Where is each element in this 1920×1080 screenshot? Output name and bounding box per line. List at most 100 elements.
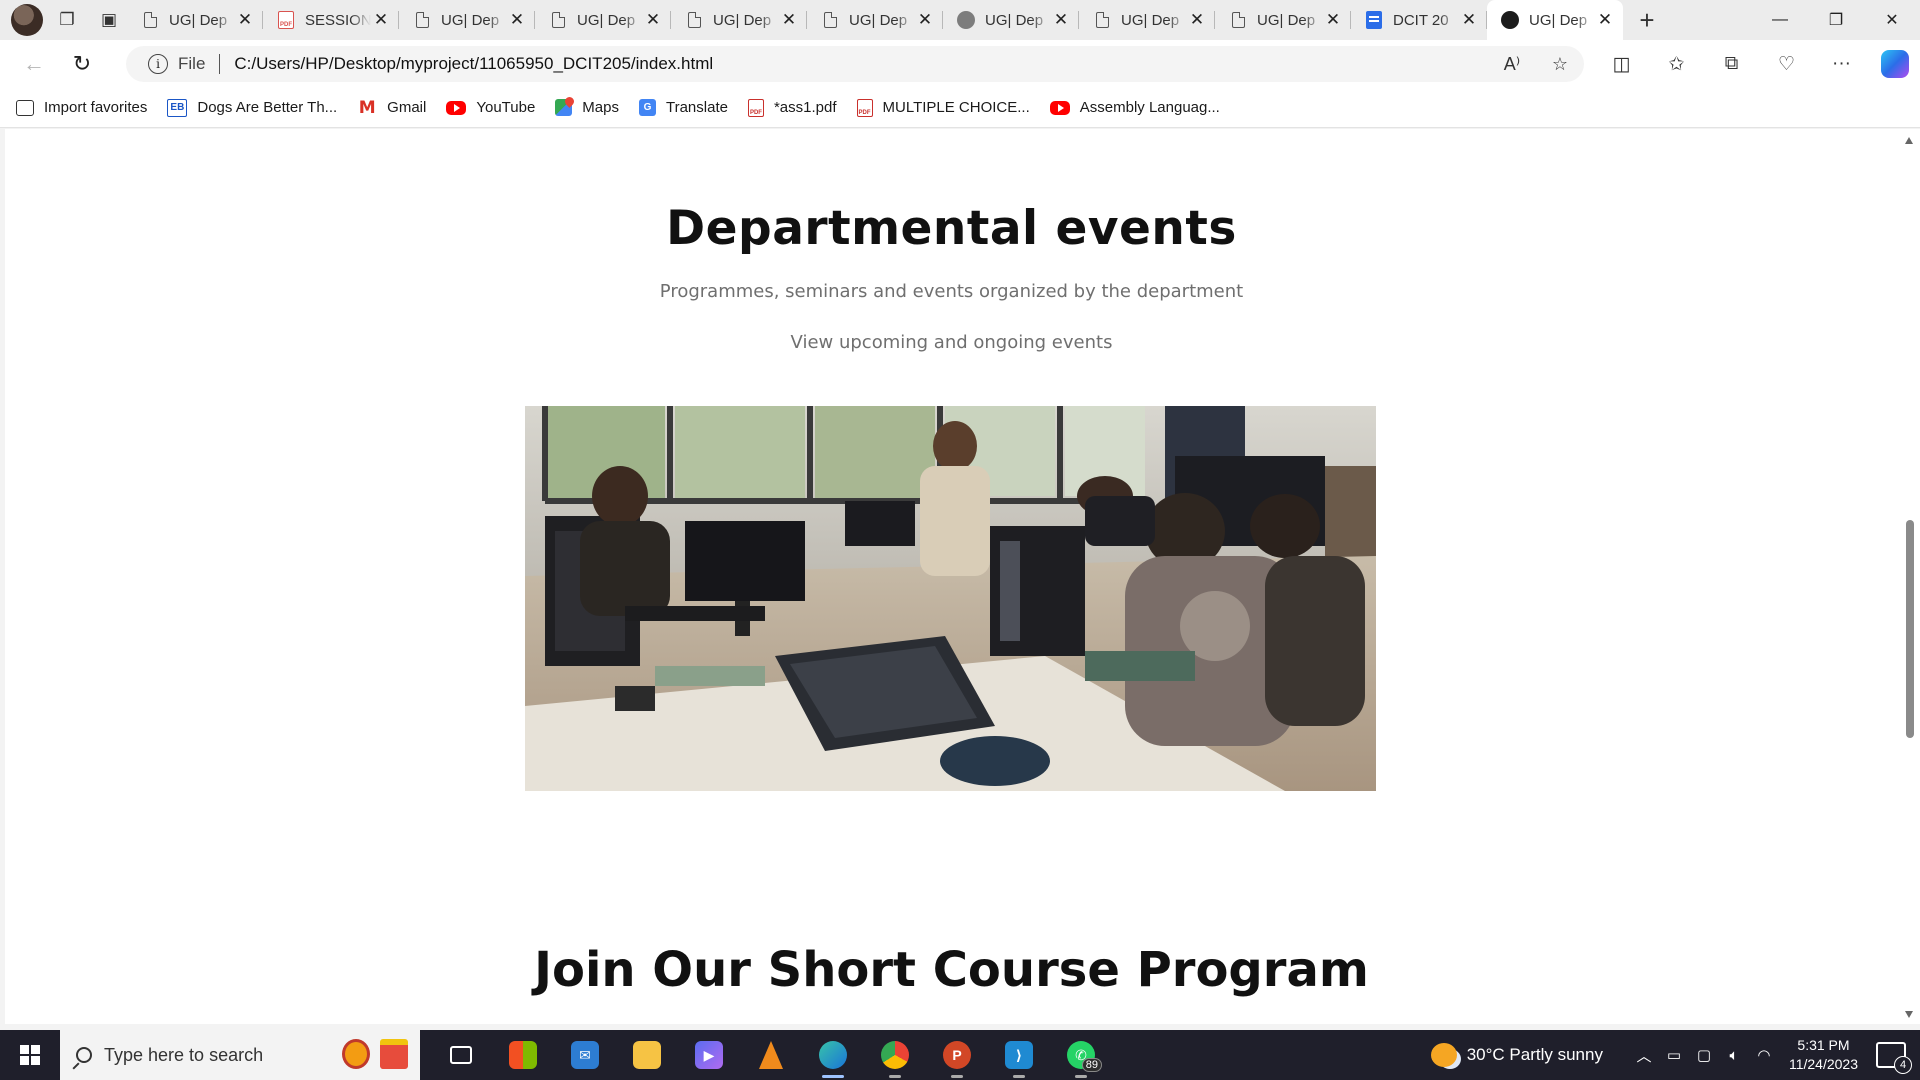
favorite-youtube[interactable]: YouTube xyxy=(446,99,535,116)
events-view-link[interactable]: View upcoming and ongoing events xyxy=(5,332,1898,353)
favorite-gmail[interactable]: M Gmail xyxy=(357,97,427,118)
more-options-icon[interactable]: ··· xyxy=(1814,46,1869,82)
taskbar-clock[interactable]: 5:31 PM 11/24/2023 xyxy=(1789,1036,1858,1074)
battery-icon[interactable]: ▭ xyxy=(1659,1046,1689,1064)
refresh-icon[interactable]: ↻ xyxy=(62,46,102,82)
volume-icon[interactable]: 🔈︎ xyxy=(1719,1047,1749,1064)
mail-button[interactable]: ✉ xyxy=(554,1030,616,1080)
windows-taskbar: Type here to search ✉ ▶ P ⟩ ✆ 89 30°C Pa… xyxy=(0,1030,1920,1080)
page-icon xyxy=(821,11,839,29)
favorite-label: Translate xyxy=(665,99,728,116)
tab-title: DCIT 20 xyxy=(1393,11,1449,29)
favorite-dogs[interactable]: EB Dogs Are Better Th... xyxy=(167,98,337,117)
browser-tab[interactable]: DCIT 20 ✕ xyxy=(1351,0,1487,40)
read-aloud-icon[interactable]: A⁾ xyxy=(1488,54,1536,75)
browser-essentials-icon[interactable]: ♡ xyxy=(1759,46,1814,82)
meet-now-icon[interactable]: ▢ xyxy=(1689,1046,1719,1064)
close-tab-icon[interactable]: ✕ xyxy=(1051,10,1071,30)
edge-button[interactable] xyxy=(802,1030,864,1080)
clipchamp-button[interactable]: ▶ xyxy=(678,1030,740,1080)
favorite-multiple-choice[interactable]: PDF MULTIPLE CHOICE... xyxy=(856,98,1030,117)
scroll-down-icon[interactable] xyxy=(1905,1011,1913,1018)
scheme-label: File xyxy=(178,54,206,73)
favorites-icon[interactable]: ✩ xyxy=(1649,46,1704,82)
powerpoint-button[interactable]: P xyxy=(926,1030,988,1080)
vlc-button[interactable] xyxy=(740,1030,802,1080)
task-view-button[interactable] xyxy=(430,1030,492,1080)
page-scrollbar[interactable] xyxy=(1898,129,1920,1024)
back-arrow-icon[interactable]: ← xyxy=(14,46,54,82)
pdf-icon: PDF xyxy=(747,98,764,117)
tab-title: UG| Dep xyxy=(1121,11,1180,29)
clock-time: 5:31 PM xyxy=(1797,1037,1850,1053)
workspaces-icon[interactable]: ❐ xyxy=(49,4,85,36)
browser-tab[interactable]: UG| Dep ✕ xyxy=(943,0,1079,40)
favorite-assembly[interactable]: Assembly Languag... xyxy=(1049,99,1220,116)
favorite-maps[interactable]: Maps xyxy=(555,99,619,116)
eb-icon: EB xyxy=(167,98,188,117)
browser-tab[interactable]: UG| Dep ✕ xyxy=(807,0,943,40)
browser-tab[interactable]: UG| Dep ✕ xyxy=(1079,0,1215,40)
tab-title: UG| Dep xyxy=(849,11,908,29)
vertical-tabs-icon[interactable]: ▣ xyxy=(91,4,127,36)
browser-tab[interactable]: UG| Dep ✕ xyxy=(1215,0,1351,40)
weather-widget[interactable]: 30°C Partly sunny xyxy=(1430,1043,1603,1067)
whatsapp-button[interactable]: ✆ 89 xyxy=(1050,1030,1112,1080)
close-tab-icon[interactable]: ✕ xyxy=(1459,10,1479,30)
partly-sunny-icon xyxy=(1430,1043,1457,1067)
wifi-icon[interactable]: ◠ xyxy=(1749,1046,1779,1064)
maps-icon xyxy=(555,99,573,116)
start-button[interactable] xyxy=(0,1030,60,1080)
site-logo-icon xyxy=(1501,11,1519,29)
browser-tab[interactable]: UG| Dep ✕ xyxy=(127,0,263,40)
page-viewport: Departmental events Programmes, seminars… xyxy=(5,129,1898,1024)
copilot-icon[interactable] xyxy=(1881,50,1909,78)
store-button[interactable] xyxy=(492,1030,554,1080)
close-tab-icon[interactable]: ✕ xyxy=(779,10,799,30)
chevron-up-icon[interactable]: ︿ xyxy=(1629,1045,1659,1066)
collections-icon[interactable]: ⧉ xyxy=(1704,46,1759,82)
favorite-import[interactable]: Import favorites xyxy=(16,99,147,116)
gmail-icon: M xyxy=(358,97,376,118)
profile-avatar[interactable] xyxy=(11,4,43,36)
restore-icon[interactable]: ❐ xyxy=(1808,0,1864,40)
browser-tab[interactable]: UG| Dep ✕ xyxy=(399,0,535,40)
close-tab-icon[interactable]: ✕ xyxy=(1323,10,1343,30)
favorite-star-icon[interactable]: ☆ xyxy=(1536,54,1584,75)
vscode-button[interactable]: ⟩ xyxy=(988,1030,1050,1080)
close-tab-icon[interactable]: ✕ xyxy=(915,10,935,30)
browser-tab[interactable]: PDF SESSION ✕ xyxy=(263,0,399,40)
chrome-button[interactable] xyxy=(864,1030,926,1080)
browser-tab-active[interactable]: UG| Dep ✕ xyxy=(1487,0,1623,40)
vlc-cone-icon xyxy=(759,1041,783,1069)
scroll-up-icon[interactable] xyxy=(1905,137,1913,144)
page-icon xyxy=(685,11,703,29)
favorite-translate[interactable]: G Translate xyxy=(638,99,728,116)
close-tab-icon[interactable]: ✕ xyxy=(1595,10,1615,30)
favorites-bar: Import favorites EB Dogs Are Better Th..… xyxy=(0,88,1920,128)
browser-tab[interactable]: UG| Dep ✕ xyxy=(671,0,807,40)
new-tab-icon[interactable]: + xyxy=(1627,4,1667,36)
info-icon[interactable]: i xyxy=(148,54,168,74)
tab-title: UG| Dep xyxy=(577,11,636,29)
split-screen-icon[interactable]: ◫ xyxy=(1594,46,1649,82)
close-tab-icon[interactable]: ✕ xyxy=(1187,10,1207,30)
close-tab-icon[interactable]: ✕ xyxy=(507,10,527,30)
search-placeholder: Type here to search xyxy=(104,1044,264,1065)
close-tab-icon[interactable]: ✕ xyxy=(643,10,663,30)
taskbar-search[interactable]: Type here to search xyxy=(60,1030,420,1080)
close-window-icon[interactable]: ✕ xyxy=(1864,0,1920,40)
address-bar[interactable]: i File C:/Users/HP/Desktop/myproject/110… xyxy=(126,46,1584,82)
scrollbar-thumb[interactable] xyxy=(1906,520,1914,738)
favorite-ass1-pdf[interactable]: PDF *ass1.pdf xyxy=(747,98,837,117)
minimize-icon[interactable]: — xyxy=(1752,0,1808,40)
url-text[interactable]: C:/Users/HP/Desktop/myproject/11065950_D… xyxy=(234,54,713,74)
search-highlight[interactable] xyxy=(342,1039,408,1069)
browser-tab[interactable]: UG| Dep ✕ xyxy=(535,0,671,40)
task-view-icon xyxy=(450,1046,472,1064)
event-photo xyxy=(525,406,1376,791)
close-tab-icon[interactable]: ✕ xyxy=(235,10,255,30)
close-tab-icon[interactable]: ✕ xyxy=(371,10,391,30)
file-explorer-button[interactable] xyxy=(616,1030,678,1080)
notification-center-icon[interactable]: 4 xyxy=(1876,1042,1912,1074)
